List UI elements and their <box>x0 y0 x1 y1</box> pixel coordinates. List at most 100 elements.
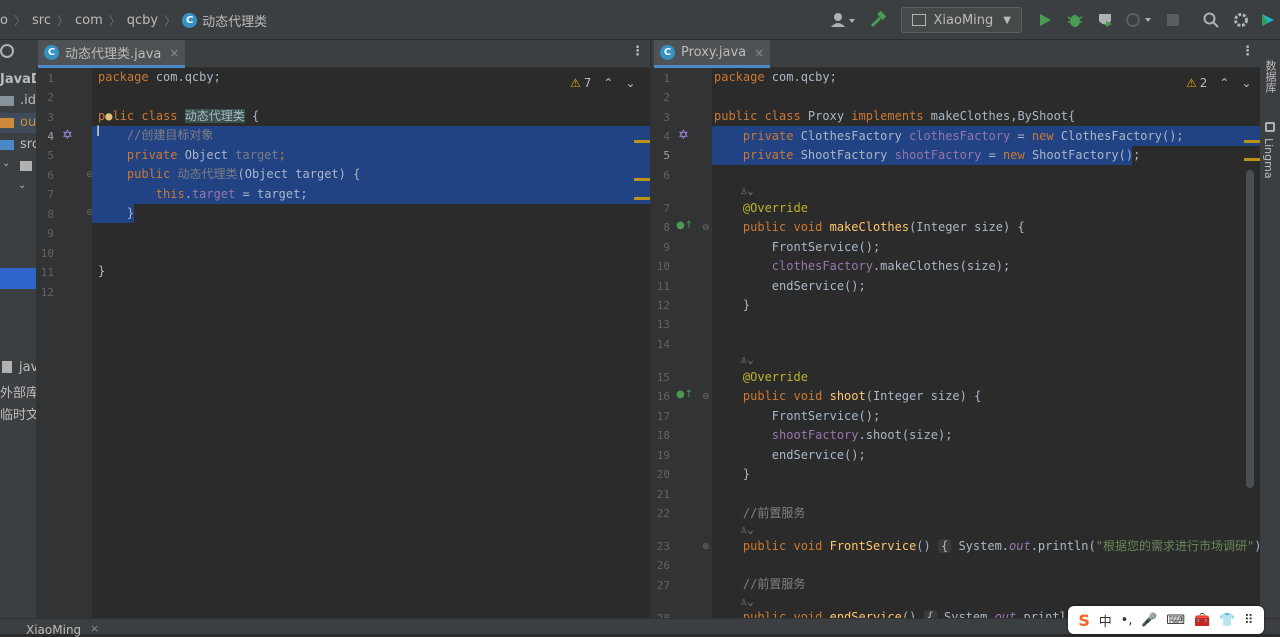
project-root-item[interactable]: JavaD <box>0 72 36 87</box>
breadcrumb-current[interactable]: 动态代理类 <box>202 11 267 30</box>
add-icon[interactable] <box>0 44 14 58</box>
tab-dynamic-proxy[interactable]: C 动态代理类.java × <box>38 40 186 68</box>
tree-item-idea[interactable]: .id <box>20 93 36 108</box>
code-token: FrontService <box>829 539 917 553</box>
code-token: () <box>916 539 938 553</box>
error-stripe-marker[interactable] <box>634 140 650 143</box>
sogou-logo-icon[interactable]: S <box>1078 611 1090 630</box>
more-options-icon[interactable]: ⋮ <box>631 44 644 59</box>
stop-icon[interactable] <box>1158 5 1188 35</box>
skin-icon[interactable]: 👕 <box>1219 613 1235 628</box>
scratches-item[interactable]: 临时文 <box>0 404 36 423</box>
logo-icon[interactable] <box>1256 5 1280 35</box>
breadcrumb-separator-icon: 〉 <box>164 13 177 28</box>
code-token: 动态代理类 <box>177 167 238 181</box>
code-token: private <box>98 148 178 162</box>
breadcrumb-item[interactable]: com <box>75 13 103 28</box>
line-number: 6 <box>663 169 670 182</box>
gear-icon[interactable] <box>1226 5 1256 35</box>
line-number: 19 <box>656 449 670 462</box>
plugin-star-icon[interactable]: ✡ <box>62 128 73 143</box>
line-number: 21 <box>656 488 670 501</box>
more-options-icon[interactable]: ⋮ <box>1241 44 1254 59</box>
code-token: public void <box>714 610 830 618</box>
vertical-scrollbar[interactable] <box>1246 170 1254 488</box>
code-token: } <box>98 206 135 220</box>
lingma-tool-button[interactable]: Lingma <box>1262 138 1275 179</box>
config-class-icon <box>911 14 926 26</box>
code-token: () <box>901 610 924 618</box>
error-stripe-marker[interactable] <box>1244 158 1260 161</box>
error-stripe-marker[interactable] <box>634 197 650 200</box>
close-icon[interactable]: × <box>754 46 764 60</box>
error-stripe-marker[interactable] <box>634 178 650 181</box>
code-token: .shoot(size); <box>858 428 953 442</box>
ime-mode-toggle[interactable]: 中 <box>1099 611 1112 630</box>
tab-proxy[interactable]: C Proxy.java × <box>654 40 771 68</box>
code-token[interactable]: { <box>923 610 937 618</box>
punctuation-icon[interactable]: •, <box>1121 613 1133 628</box>
code-token: class <box>134 109 185 123</box>
fold-icon[interactable]: ⊖ <box>702 392 710 402</box>
top-navigation-bar: o 〉 src 〉 com 〉 qcby 〉 C 动态代理类 XiaoMing … <box>0 0 1280 40</box>
author-hint[interactable]: ♙⌄ <box>714 350 1260 369</box>
code-token: com.qcby; <box>148 70 221 84</box>
toolbox-icon[interactable]: 🧰 <box>1194 613 1210 628</box>
code-line: @Override <box>714 368 1260 387</box>
chevron-down-icon: ▼ <box>1003 14 1011 26</box>
breadcrumb-item[interactable]: o <box>0 13 8 28</box>
plugin-star-icon[interactable]: ✡ <box>678 128 689 143</box>
hammer-icon[interactable] <box>863 5 893 35</box>
error-stripe-marker[interactable] <box>1244 140 1260 143</box>
chevron-down-icon[interactable]: ⌄ <box>2 158 10 169</box>
tree-selected-row[interactable] <box>0 268 36 289</box>
run-icon[interactable] <box>1030 5 1060 35</box>
line-number: 12 <box>40 286 54 299</box>
tree-item-java[interactable]: jav <box>19 360 36 375</box>
code-token[interactable]: { <box>937 539 952 553</box>
line-number: 27 <box>656 579 670 592</box>
code-line: public void makeClothes(Integer size) { <box>714 218 1260 237</box>
editor-tab-bar: C 动态代理类.java × ⋮ <box>36 40 650 68</box>
run-configuration-select[interactable]: XiaoMing ▼ <box>900 7 1022 33</box>
code-area[interactable]: ⚠ 7 ⌃ ⌄ package com.qcby; p●lic class 动态… <box>92 68 650 618</box>
code-token: { <box>244 109 260 123</box>
tree-item-out[interactable]: ou <box>20 115 36 130</box>
debug-icon[interactable] <box>1060 5 1090 35</box>
search-icon[interactable] <box>1196 5 1226 35</box>
chevron-down-icon[interactable]: ⌄ <box>18 180 26 191</box>
code-line: shootFactory.shoot(size); <box>714 426 1260 445</box>
code-token: FrontService(); <box>714 409 881 423</box>
profile-icon[interactable] <box>1120 5 1158 35</box>
external-libraries-item[interactable]: 外部库 <box>0 382 36 401</box>
code-token: (Integer size) { <box>909 220 1025 234</box>
code-token: @Override <box>714 370 808 384</box>
run-tab-label[interactable]: XiaoMing <box>26 623 81 637</box>
line-number: 26 <box>656 559 670 572</box>
code-token: ShootFactory(); <box>1024 148 1141 162</box>
menu-grid-icon[interactable]: ⠿ <box>1244 613 1254 628</box>
implements-method-icon[interactable]: ●↑ <box>676 389 693 400</box>
line-number: 7 <box>47 188 54 201</box>
database-tool-button[interactable]: 数据库 <box>1262 60 1278 93</box>
fold-icon[interactable]: ⊕ <box>702 542 710 552</box>
implements-method-icon[interactable]: ●↑ <box>676 220 693 231</box>
coverage-icon[interactable] <box>1090 5 1120 35</box>
code-token: ClothesFactory <box>793 129 910 143</box>
line-number: 13 <box>656 318 670 331</box>
keyboard-icon[interactable]: ⌨ <box>1166 613 1185 628</box>
microphone-icon[interactable]: 🎤 <box>1141 613 1157 628</box>
breadcrumb-item[interactable]: src <box>32 13 51 28</box>
user-icon[interactable] <box>823 5 863 35</box>
code-token: shootFactory <box>894 148 982 162</box>
close-icon[interactable]: × <box>90 622 99 635</box>
fold-icon[interactable]: ⊖ <box>702 223 710 233</box>
close-icon[interactable]: × <box>169 46 179 60</box>
author-hint[interactable]: ♙⌄ <box>714 181 1260 200</box>
code-token: //前置服务 <box>714 577 806 591</box>
breadcrumb-item[interactable]: qcby <box>127 13 158 28</box>
code-token: private <box>714 148 794 162</box>
code-area[interactable]: ⚠ 2 ⌃ ⌄ package com.qcby; public class P… <box>712 68 1260 618</box>
code-line: public 动态代理类(Object target) { <box>98 165 650 184</box>
tree-item-src[interactable]: src <box>20 137 36 152</box>
